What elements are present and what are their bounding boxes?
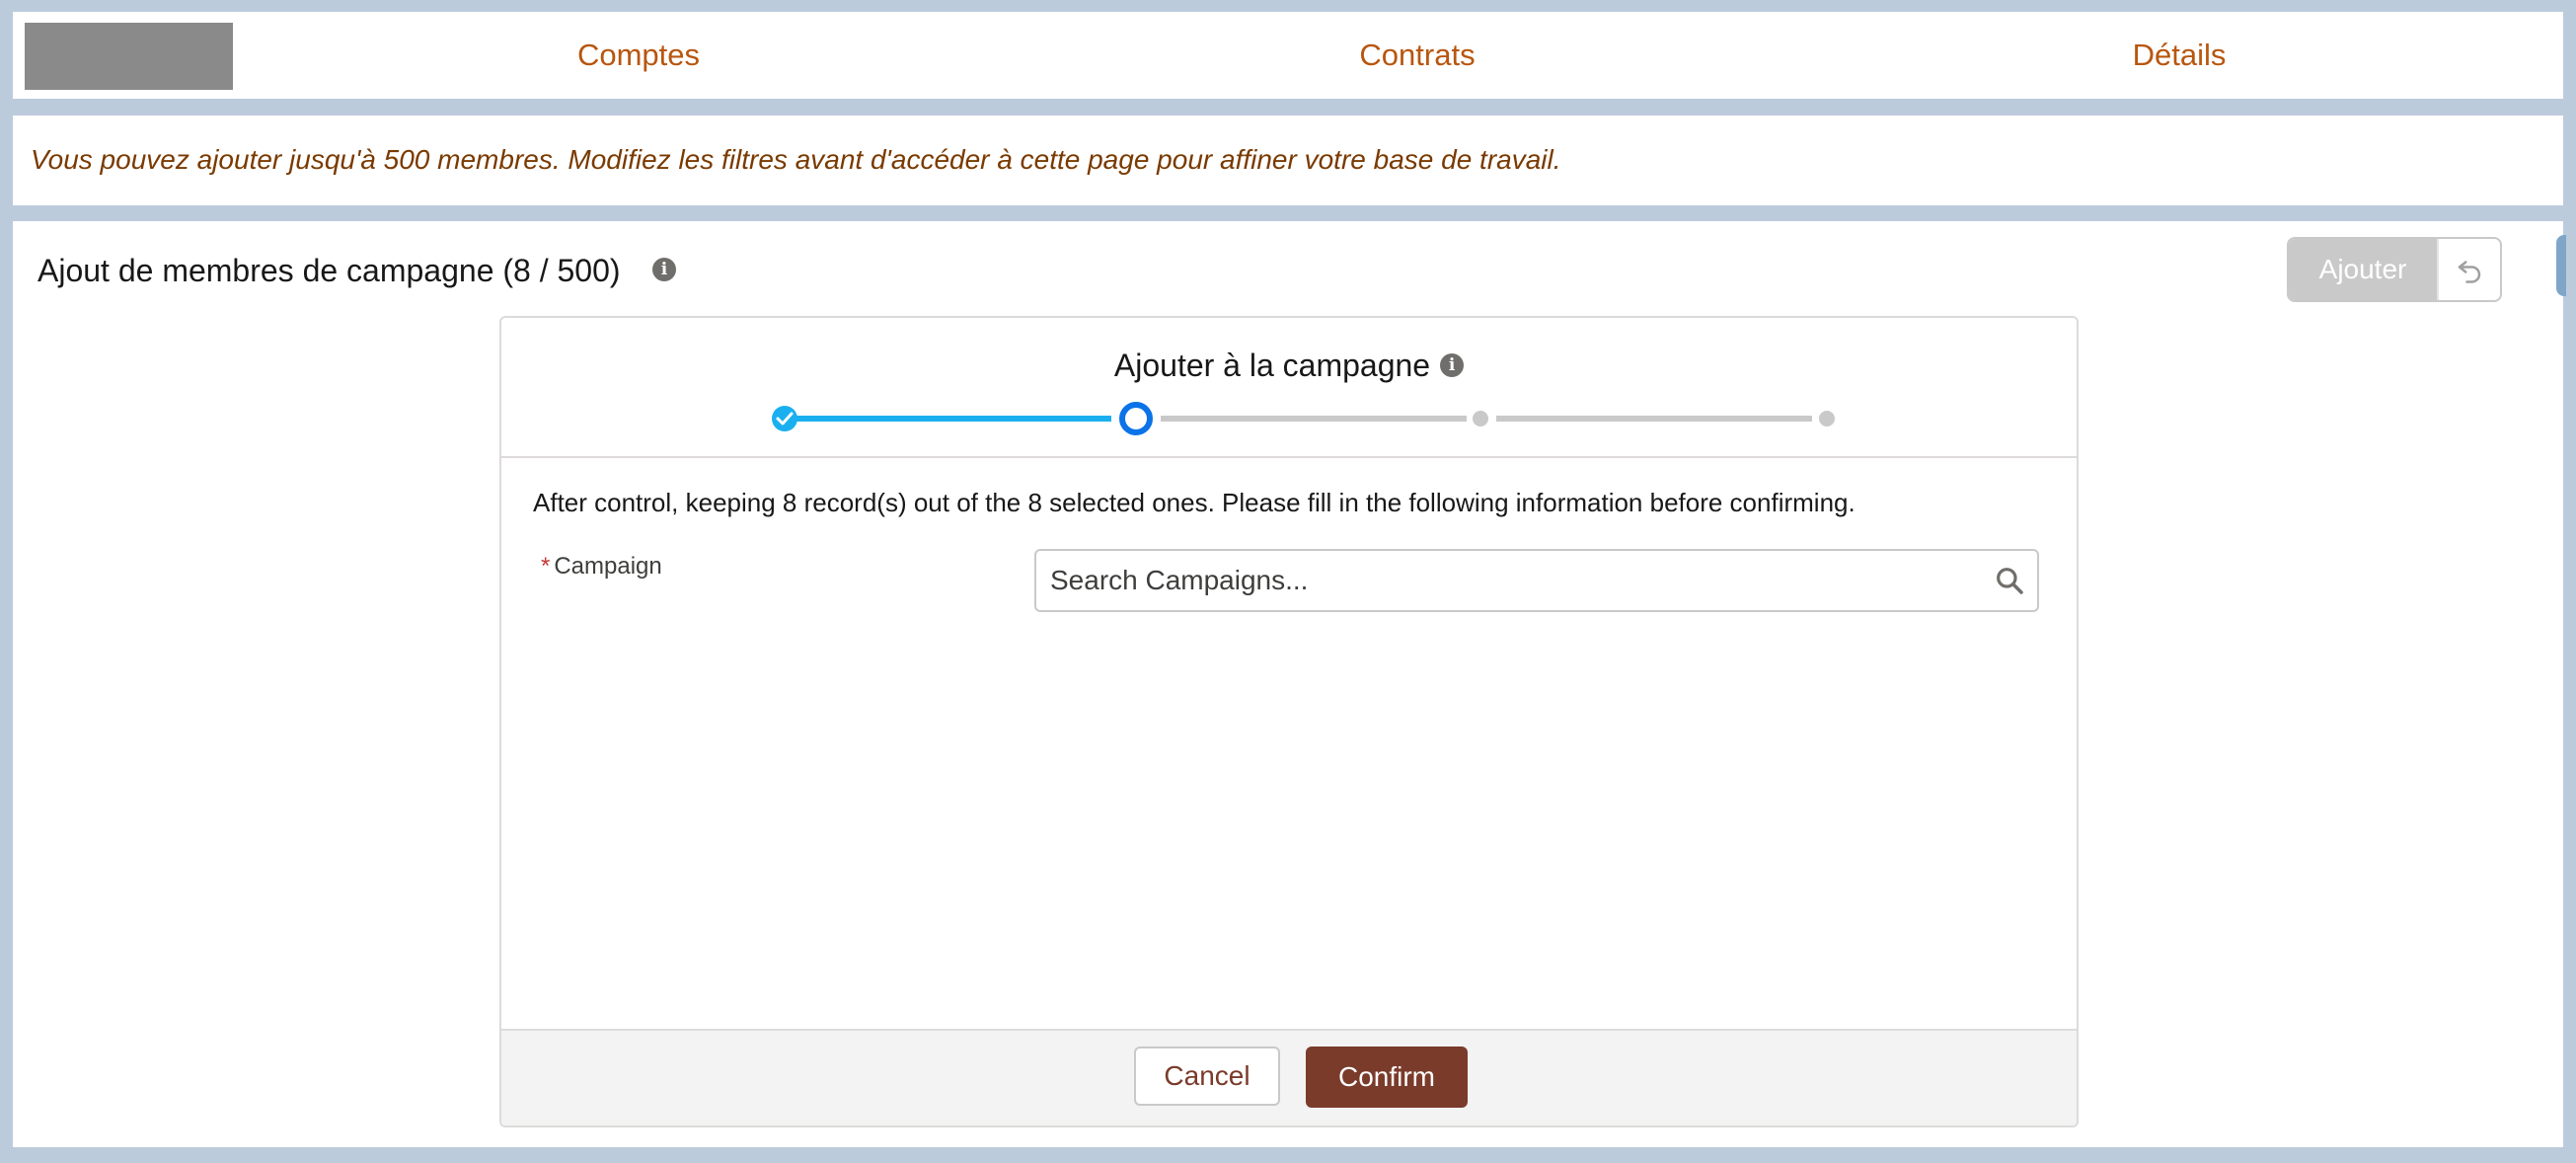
wizard-header: Ajouter à la campagne i bbox=[501, 318, 2077, 458]
step-2-current-icon bbox=[1119, 402, 1153, 435]
page-title: Ajout de membres de campagne (8 / 500) bbox=[38, 253, 621, 288]
step-3-icon bbox=[1473, 411, 1488, 426]
progress-indicator bbox=[772, 402, 1835, 435]
action-button-group: Ajouter bbox=[2287, 237, 2502, 302]
campaign-search-field bbox=[1034, 549, 2039, 612]
logo bbox=[25, 23, 233, 90]
undo-button[interactable] bbox=[2439, 239, 2500, 300]
wizard-description: After control, keeping 8 record(s) out o… bbox=[533, 488, 1856, 517]
info-icon[interactable]: i bbox=[652, 258, 676, 281]
search-icon[interactable] bbox=[1994, 565, 2025, 596]
undo-icon bbox=[2458, 261, 2481, 283]
confirm-button[interactable]: Confirm bbox=[1306, 1047, 1468, 1108]
nav-link-contrats[interactable]: Contrats bbox=[1359, 38, 1475, 73]
campaign-label: * Campaign bbox=[541, 553, 662, 581]
info-banner: Vous pouvez ajouter jusqu'à 500 membres.… bbox=[13, 116, 2563, 205]
campaign-search-input[interactable] bbox=[1050, 551, 1968, 610]
add-button[interactable]: Ajouter bbox=[2289, 239, 2439, 300]
step-4-icon bbox=[1819, 411, 1835, 426]
step-1-complete-icon bbox=[772, 406, 797, 431]
cancel-button[interactable]: Cancel bbox=[1134, 1047, 1280, 1106]
wizard-footer: Cancel Confirm bbox=[501, 1029, 2077, 1125]
required-marker: * bbox=[541, 553, 551, 580]
banner-text: Vous pouvez ajouter jusqu'à 500 membres.… bbox=[31, 144, 1561, 175]
nav-link-details[interactable]: Détails bbox=[2133, 38, 2227, 73]
side-panel-toggle[interactable] bbox=[2556, 235, 2566, 296]
nav-link-comptes[interactable]: Comptes bbox=[577, 38, 700, 73]
campaign-label-text: Campaign bbox=[554, 553, 662, 580]
wizard-card: Ajouter à la campagne i After control, ke… bbox=[499, 316, 2079, 1127]
main-panel: Ajout de membres de campagne (8 / 500) i… bbox=[13, 221, 2566, 1147]
top-navigation: Comptes Contrats Détails bbox=[13, 12, 2563, 99]
